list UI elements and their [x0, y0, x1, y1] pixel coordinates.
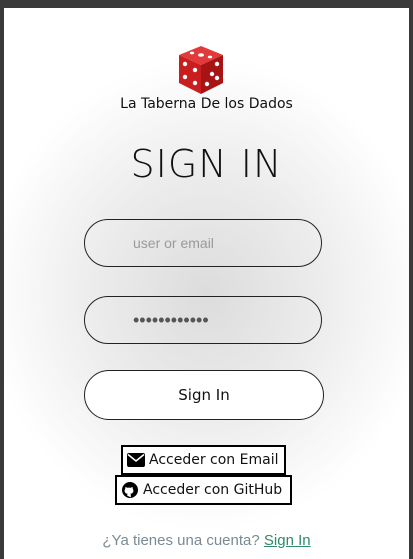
email-input[interactable]	[84, 219, 322, 267]
signin-card: La Taberna De los Dados SIGN IN Sign In …	[4, 8, 409, 559]
sign-in-link[interactable]: Sign In	[264, 532, 311, 549]
envelope-icon	[127, 453, 145, 467]
sign-in-button[interactable]: Sign In	[84, 370, 324, 420]
page-title: SIGN IN	[130, 142, 283, 186]
password-input[interactable]	[84, 296, 322, 344]
email-login-label: Acceder con Email	[149, 452, 279, 468]
brand-name: La Taberna De los Dados	[120, 96, 293, 112]
github-login-button[interactable]: Acceder con GitHub	[115, 475, 292, 505]
github-icon	[122, 482, 138, 498]
account-prompt: ¿Ya tienes una cuenta? Sign In	[4, 532, 409, 549]
github-login-label: Acceder con GitHub	[143, 482, 283, 498]
account-prompt-text: ¿Ya tienes una cuenta?	[102, 532, 260, 549]
dice-icon	[179, 46, 223, 94]
email-login-button[interactable]: Acceder con Email	[121, 445, 286, 475]
